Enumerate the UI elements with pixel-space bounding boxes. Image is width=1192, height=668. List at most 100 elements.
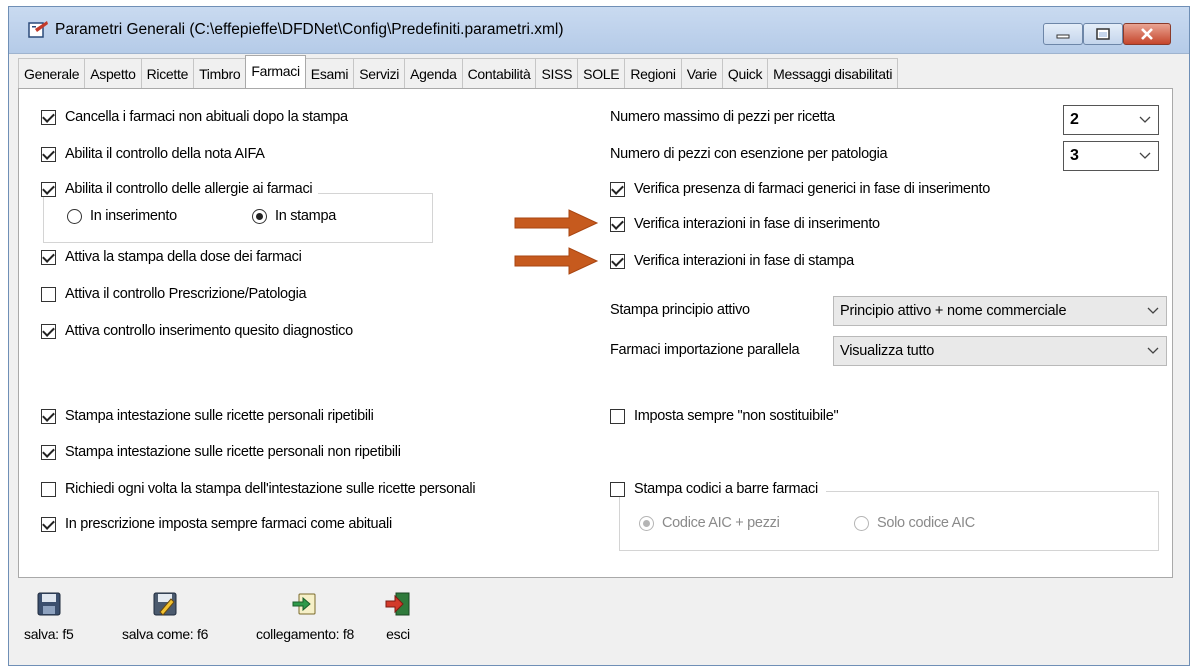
option-intestazione-ripetibili[interactable]: Stampa intestazione sulle ricette person… bbox=[41, 408, 374, 424]
esenzione-select[interactable]: 3 bbox=[1063, 141, 1159, 171]
checkbox[interactable] bbox=[610, 253, 625, 269]
option-farmaci-abituali[interactable]: In prescrizione imposta sempre farmaci c… bbox=[41, 516, 392, 532]
option-label: Cancella i farmaci non abituali dopo la … bbox=[65, 109, 348, 125]
checkbox[interactable] bbox=[41, 408, 56, 424]
option-barcode[interactable]: Stampa codici a barre farmaci bbox=[610, 481, 826, 497]
radio-label: In stampa bbox=[275, 208, 336, 224]
tool-label: esci bbox=[386, 626, 410, 642]
option-cancella-farmaci[interactable]: Cancella i farmaci non abituali dopo la … bbox=[41, 109, 348, 125]
max-pezzi-select[interactable]: 2 bbox=[1063, 105, 1159, 135]
option-interazioni-inserimento[interactable]: Verifica interazioni in fase di inserime… bbox=[610, 216, 880, 232]
checkbox[interactable] bbox=[41, 481, 56, 497]
save-button[interactable]: salva: f5 bbox=[24, 590, 74, 642]
option-label: Imposta sempre "non sostituibile" bbox=[634, 408, 839, 424]
save-as-button[interactable]: salva come: f6 bbox=[122, 590, 208, 642]
tab-strip: Generale Aspetto Ricette Timbro Farmaci Esami… bbox=[18, 55, 899, 88]
save-as-icon bbox=[153, 592, 177, 616]
tab-aspetto[interactable]: Aspetto bbox=[84, 58, 142, 88]
link-icon bbox=[292, 593, 316, 615]
option-label: Stampa intestazione sulle ricette person… bbox=[65, 444, 401, 460]
checkbox[interactable] bbox=[41, 444, 56, 460]
checkbox[interactable] bbox=[41, 286, 56, 302]
select-value: Visualizza tutto bbox=[840, 343, 935, 359]
importazione-select[interactable]: Visualizza tutto bbox=[833, 336, 1167, 366]
radio-solo-codice-aic[interactable]: Solo codice AIC bbox=[854, 515, 975, 531]
field-label: Stampa principio attivo bbox=[610, 302, 750, 318]
exit-icon bbox=[385, 592, 410, 616]
option-label: In prescrizione imposta sempre farmaci c… bbox=[65, 516, 392, 532]
option-intestazione-non-ripetibili[interactable]: Stampa intestazione sulle ricette person… bbox=[41, 444, 401, 460]
option-dose[interactable]: Attiva la stampa della dose dei farmaci bbox=[41, 249, 302, 265]
tool-label: salva: f5 bbox=[24, 626, 74, 642]
option-quesito-diagnostico[interactable]: Attiva controllo inserimento quesito dia… bbox=[41, 323, 353, 339]
radio-label: In inserimento bbox=[90, 208, 177, 224]
radio-button[interactable] bbox=[639, 515, 654, 531]
chevron-down-icon bbox=[1147, 347, 1159, 354]
checkbox[interactable] bbox=[41, 181, 56, 197]
tab-siss[interactable]: SISS bbox=[535, 58, 579, 88]
checkbox[interactable] bbox=[41, 146, 56, 162]
title-bar[interactable]: Parametri Generali (C:\effepieffe\DFDNet… bbox=[9, 7, 1189, 54]
radio-button[interactable] bbox=[252, 208, 267, 224]
tab-contabilit-[interactable]: Contabilità bbox=[461, 58, 537, 88]
checkbox[interactable] bbox=[41, 109, 56, 125]
tool-label: salva come: f6 bbox=[122, 626, 209, 642]
tab-esami[interactable]: Esami bbox=[304, 58, 355, 88]
tab-ricette[interactable]: Ricette bbox=[140, 58, 195, 88]
option-label: Verifica interazioni in fase di stampa bbox=[634, 253, 854, 269]
option-label: Attiva il controllo Prescrizione/Patolog… bbox=[65, 286, 307, 302]
radio-codice-aic-pezzi[interactable]: Codice AIC + pezzi bbox=[639, 515, 780, 531]
maximize-icon bbox=[1084, 24, 1122, 44]
tab-timbro[interactable]: Timbro bbox=[193, 58, 247, 88]
option-richiedi-intestazione[interactable]: Richiedi ogni volta la stampa dell'intes… bbox=[41, 481, 476, 497]
farmaci-panel: Cancella i farmaci non abituali dopo la … bbox=[18, 88, 1173, 578]
option-label: Stampa intestazione sulle ricette person… bbox=[65, 408, 374, 424]
orange-arrow-icon bbox=[514, 247, 599, 275]
tab-varie[interactable]: Varie bbox=[680, 58, 723, 88]
option-label: Attiva la stampa della dose dei farmaci bbox=[65, 249, 302, 265]
radio-in-stampa[interactable]: In stampa bbox=[252, 208, 336, 224]
option-label: Abilita il controllo della nota AIFA bbox=[65, 146, 265, 162]
checkbox[interactable] bbox=[610, 181, 625, 197]
option-prescrizione-patologia[interactable]: Attiva il controllo Prescrizione/Patolog… bbox=[41, 286, 307, 302]
minimize-button[interactable] bbox=[1043, 23, 1083, 45]
checkbox[interactable] bbox=[610, 481, 625, 497]
checkbox[interactable] bbox=[610, 408, 625, 424]
field-label: Numero di pezzi con esenzione per patolo… bbox=[610, 146, 888, 162]
chevron-down-icon bbox=[1139, 152, 1151, 159]
close-button[interactable] bbox=[1123, 23, 1171, 45]
tab-generale[interactable]: Generale bbox=[18, 58, 86, 88]
checkbox[interactable] bbox=[41, 516, 56, 532]
principio-label: Stampa principio attivo bbox=[610, 302, 750, 318]
radio-button[interactable] bbox=[67, 208, 82, 224]
checkbox[interactable] bbox=[41, 323, 56, 339]
tab-regioni[interactable]: Regioni bbox=[624, 58, 682, 88]
option-farmaci-generici[interactable]: Verifica presenza di farmaci generici in… bbox=[610, 181, 990, 197]
app-icon bbox=[28, 21, 48, 38]
exit-button[interactable]: esci bbox=[384, 590, 412, 642]
orange-arrow-icon bbox=[514, 209, 599, 237]
tab-agenda[interactable]: Agenda bbox=[404, 58, 463, 88]
tab-quick[interactable]: Quick bbox=[721, 58, 769, 88]
field-label: Farmaci importazione parallela bbox=[610, 342, 800, 358]
max-pezzi-label: Numero massimo di pezzi per ricetta bbox=[610, 109, 835, 125]
checkbox[interactable] bbox=[610, 216, 625, 232]
radio-in-inserimento[interactable]: In inserimento bbox=[67, 208, 177, 224]
maximize-button[interactable] bbox=[1083, 23, 1123, 45]
principio-select[interactable]: Principio attivo + nome commerciale bbox=[833, 296, 1167, 326]
bottom-toolbar: salva: f5 salva come: f6 collegamento: f… bbox=[18, 590, 518, 652]
option-label: Abilita il controllo delle allergie ai f… bbox=[65, 181, 313, 197]
checkbox[interactable] bbox=[41, 249, 56, 265]
tab-messaggi-disabilitati[interactable]: Messaggi disabilitati bbox=[767, 58, 899, 88]
option-non-sostituibile[interactable]: Imposta sempre "non sostituibile" bbox=[610, 408, 839, 424]
link-button[interactable]: collegamento: f8 bbox=[256, 590, 354, 642]
option-label: Richiedi ogni volta la stampa dell'intes… bbox=[65, 481, 476, 497]
option-allergie[interactable]: Abilita il controllo delle allergie ai f… bbox=[41, 181, 319, 197]
select-value: 2 bbox=[1070, 111, 1079, 128]
tab-sole[interactable]: SOLE bbox=[577, 58, 626, 88]
radio-button[interactable] bbox=[854, 515, 869, 531]
tab-servizi[interactable]: Servizi bbox=[353, 58, 406, 88]
tab-farmaci[interactable]: Farmaci bbox=[245, 55, 306, 88]
option-interazioni-stampa[interactable]: Verifica interazioni in fase di stampa bbox=[610, 253, 854, 269]
option-nota-aifa[interactable]: Abilita il controllo della nota AIFA bbox=[41, 146, 265, 162]
